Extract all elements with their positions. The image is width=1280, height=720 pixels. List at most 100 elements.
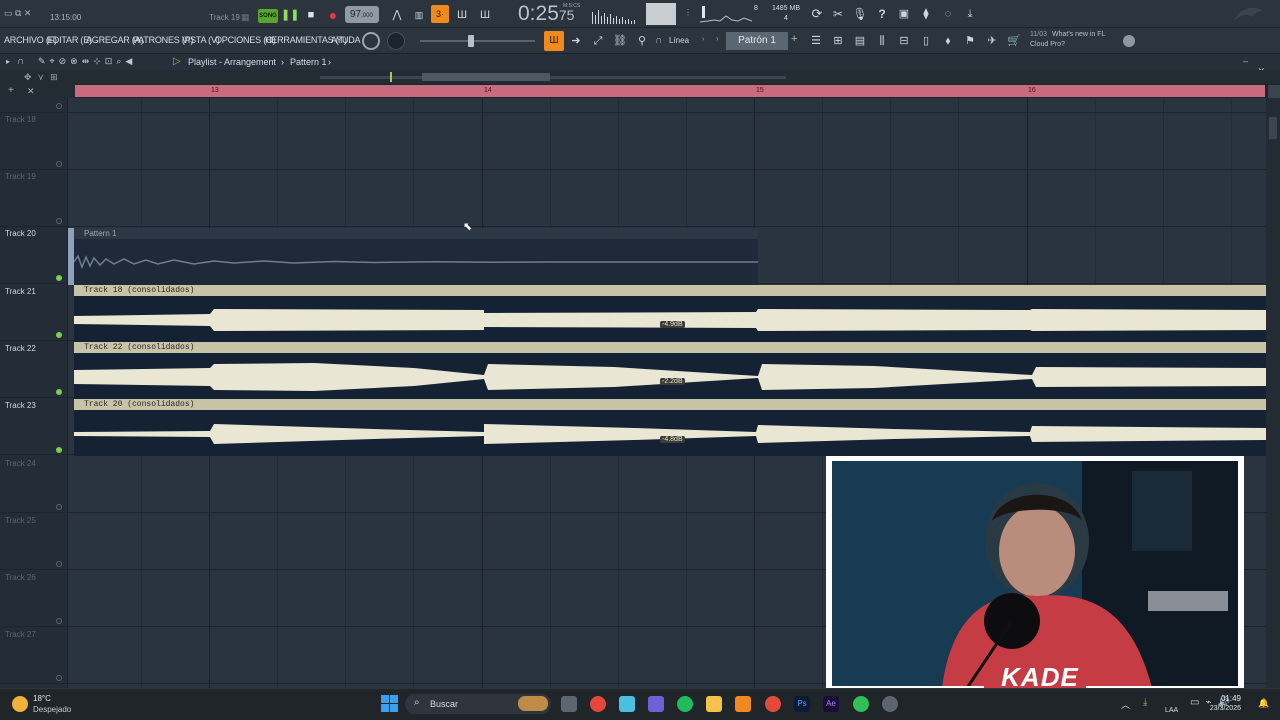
weather-temp[interactable]: 18°C	[33, 694, 51, 703]
tray-chevron-icon[interactable]: ︿	[1121, 698, 1130, 711]
timeline-ruler[interactable]	[75, 85, 1265, 97]
plugin-icon[interactable]: ⧫	[917, 5, 935, 23]
tempo-display[interactable]: 97.000	[345, 6, 379, 23]
magnet-icon[interactable]: ∩	[655, 35, 662, 46]
track-mute-led[interactable]	[56, 161, 62, 167]
download-icon[interactable]: ⤓	[961, 5, 979, 23]
audio-clip-header[interactable]: Track 20 (consolidados)	[74, 399, 1266, 410]
track-mute-led[interactable]	[56, 389, 62, 395]
zoom-handle[interactable]	[1268, 85, 1280, 99]
audio-clip-header[interactable]: Track 22 (consolidados)	[74, 342, 1266, 353]
track-name[interactable]: Track 27	[5, 630, 36, 639]
wait-input-icon[interactable]: ▥	[410, 6, 428, 24]
playlist-tool-strip[interactable]: ✎⌖⊘⊗⇹⊹⊡⌕◀	[38, 56, 136, 67]
snap-dropdown-icon[interactable]: ›	[702, 36, 704, 43]
track-name[interactable]: Track 22	[5, 344, 36, 353]
stop-button[interactable]: ■	[302, 6, 320, 24]
master-pitch-knob[interactable]	[362, 32, 380, 50]
vertical-scrollbar-thumb[interactable]	[1269, 117, 1277, 139]
pattern-selector[interactable]: Patrón 1	[726, 32, 788, 50]
file-explorer-icon[interactable]	[706, 696, 722, 712]
track-name[interactable]: Track 19	[5, 172, 36, 181]
weather-desc[interactable]: Despejado	[33, 705, 71, 714]
vertical-scrollbar-track[interactable]	[1266, 98, 1280, 688]
windows-start-icon[interactable]	[381, 695, 398, 712]
microphone-icon[interactable]: 🎙	[851, 5, 869, 23]
horizontal-scrollbar-thumb[interactable]	[422, 73, 550, 81]
shop-icon[interactable]: 🛒	[1005, 32, 1023, 50]
arrow-right-icon[interactable]: ➜	[567, 32, 585, 50]
track-mute-led[interactable]	[56, 504, 62, 510]
chat-icon[interactable]: ◌	[939, 5, 957, 23]
chrome-profile-icon[interactable]	[765, 696, 781, 712]
link-icon[interactable]: ⛓	[611, 32, 629, 50]
plugin-picker-icon[interactable]: ⬧	[939, 32, 957, 50]
track-mute-led[interactable]	[56, 675, 62, 681]
news-globe-icon[interactable]	[1123, 35, 1135, 47]
track-name[interactable]: Track 18	[5, 115, 36, 124]
add-track-icon[interactable]: +	[8, 85, 14, 96]
after-effects-icon[interactable]: Ae	[823, 696, 839, 712]
teams-icon[interactable]	[648, 696, 664, 712]
track-name[interactable]: Track 25	[5, 516, 36, 525]
song-mode-toggle[interactable]: SONG	[258, 9, 278, 23]
language-indicator[interactable]: LAA	[1165, 707, 1178, 714]
help-icon[interactable]: ?	[873, 5, 891, 23]
weather-moon-icon[interactable]	[12, 696, 28, 712]
track-row[interactable]: Track 19	[0, 170, 1266, 227]
master-volume-knob[interactable]	[387, 32, 405, 50]
playlist-play-icon[interactable]: ▷	[173, 56, 181, 67]
magnet-snap-icon[interactable]: ∩	[17, 56, 24, 67]
panel-handle-icon[interactable]: ⋮	[684, 8, 692, 17]
taskbar-date[interactable]: 23/3/2026	[1197, 705, 1241, 712]
undo-history-icon[interactable]: ⟳	[808, 5, 826, 23]
menu-view[interactable]: VISTA (V)	[182, 35, 220, 45]
track-name[interactable]: Track 20	[5, 229, 36, 238]
taskbar-time[interactable]: 01:49	[1219, 694, 1241, 703]
track-mute-led[interactable]	[56, 275, 62, 281]
notifications-icon[interactable]: 🔔	[1258, 698, 1269, 709]
countdown-toggle[interactable]: 3·	[431, 5, 449, 23]
track-name[interactable]: Track 21	[5, 287, 36, 296]
speaker-icon[interactable]: ✈	[983, 32, 1001, 50]
master-fader-handle[interactable]	[468, 35, 474, 47]
add-pattern-icon[interactable]: +	[791, 33, 797, 45]
record-button[interactable]: ●	[324, 6, 342, 24]
task-view-icon[interactable]	[561, 696, 577, 712]
track-mute-led[interactable]	[56, 103, 62, 109]
track-name[interactable]: Track 24	[5, 459, 36, 468]
clipboard-icon[interactable]: ▯	[917, 32, 935, 50]
track-name[interactable]: Track 26	[5, 573, 36, 582]
playlist-menu-arrow-icon[interactable]: ▸	[6, 57, 10, 66]
mixer-icon[interactable]: ⫼	[873, 32, 891, 50]
touch-controller-icon[interactable]: ⚑	[961, 32, 979, 50]
save-icon[interactable]: ▣	[895, 5, 913, 23]
news-line-2[interactable]: Cloud Pro?	[1030, 41, 1065, 48]
playlist-view-icons[interactable]: ✥⋎⊞	[24, 72, 64, 83]
photoshop-icon[interactable]: Ps	[794, 696, 810, 712]
track-row[interactable]: Track 18	[0, 113, 1266, 170]
playlist-pattern[interactable]: Pattern 1	[290, 57, 327, 67]
tools-icon[interactable]: ✂	[829, 5, 847, 23]
tray-download-icon[interactable]: ⤓	[1143, 697, 1147, 708]
playlist-icon[interactable]: ☰	[807, 32, 825, 50]
spotify-icon[interactable]	[677, 696, 693, 712]
song-position-marker[interactable]	[390, 72, 392, 82]
snap-toggle-button[interactable]: Ш	[544, 31, 564, 51]
brush-icon[interactable]: ⤢	[589, 32, 607, 50]
track-name[interactable]: Track 23	[5, 401, 36, 410]
copilot-icon[interactable]	[619, 696, 635, 712]
channel-rack-icon[interactable]: ⊞	[829, 32, 847, 50]
whatsapp-icon[interactable]	[853, 696, 869, 712]
metronome-icon[interactable]: ⋀	[388, 6, 406, 24]
track-mute-led[interactable]	[56, 618, 62, 624]
pause-button[interactable]: ❚❚	[281, 6, 299, 24]
pattern-prev-icon[interactable]: ›	[716, 34, 719, 43]
fl-studio-taskbar-icon[interactable]	[735, 696, 751, 712]
track-mute-led[interactable]	[56, 218, 62, 224]
stamp-icon[interactable]: ⚲	[633, 32, 651, 50]
loop-record-icon[interactable]: Ш	[476, 6, 494, 24]
blend-notes-icon[interactable]: Ш	[453, 6, 471, 24]
pattern-clip-header[interactable]: Pattern 1	[74, 228, 758, 239]
window-controls[interactable]: ▭ ⧉ ✕	[4, 8, 31, 19]
